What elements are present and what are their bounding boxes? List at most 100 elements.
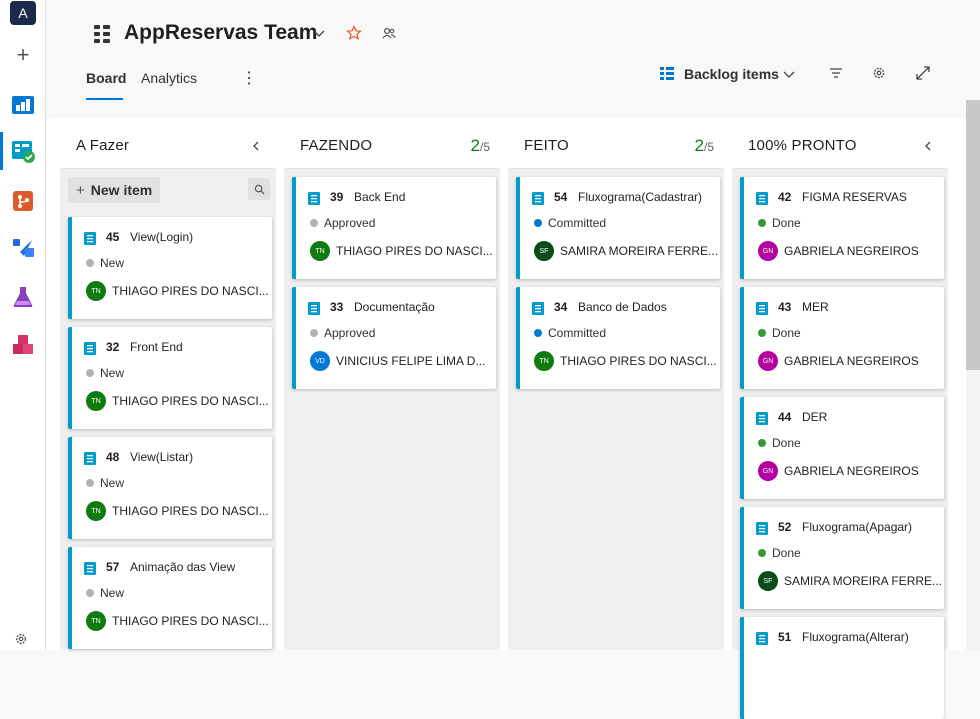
- work-item-title[interactable]: Fluxograma(Cadastrar): [578, 190, 702, 204]
- avatar: TN: [86, 501, 106, 521]
- boards-icon[interactable]: [10, 138, 36, 164]
- state-label: New: [100, 586, 125, 600]
- work-item-assignee[interactable]: TN THIAGO PIRES DO NASCI...: [534, 351, 717, 371]
- filter-icon[interactable]: [829, 66, 843, 80]
- work-item-card[interactable]: 42 FIGMA RESERVAS Done GN GABRIELA NEGREIROS: [740, 177, 944, 279]
- work-item-assignee[interactable]: TN THIAGO PIRES DO NASCI...: [86, 391, 269, 411]
- work-item-id: 42: [778, 190, 792, 204]
- test-plans-icon[interactable]: [10, 284, 36, 310]
- state-dot-icon: [310, 329, 318, 337]
- work-item-title[interactable]: View(Login): [130, 230, 193, 244]
- state-label: Done: [772, 546, 801, 560]
- board-column: FEITO 2/5 54 Fluxograma(Cadastrar) Committed…: [508, 118, 724, 650]
- work-item-title[interactable]: Fluxograma(Apagar): [802, 520, 912, 534]
- work-item-card[interactable]: 43 MER Done GN GABRIELA NEGREIROS: [740, 287, 944, 389]
- work-item-card[interactable]: 48 View(Listar) New TN THIAGO PIRES DO NASCI…: [68, 437, 272, 539]
- board-column: 100% PRONTO 42 FIGMA RESERVAS Done GN GABRIEL…: [732, 118, 948, 719]
- work-item-state[interactable]: Approved: [310, 216, 375, 230]
- work-item-title[interactable]: Fluxograma(Alterar): [802, 630, 909, 644]
- artifacts-icon[interactable]: [10, 332, 36, 358]
- fullscreen-icon[interactable]: [916, 66, 930, 80]
- work-item-title[interactable]: Front End: [130, 340, 183, 354]
- work-item-card[interactable]: 54 Fluxograma(Cadastrar) Committed SF SAMIRA…: [516, 177, 720, 279]
- work-item-title[interactable]: Animação das View: [130, 560, 235, 574]
- work-item-title[interactable]: Documentação: [354, 300, 435, 314]
- assignee-name: THIAGO PIRES DO NASCI...: [112, 394, 269, 408]
- work-item-card[interactable]: 34 Banco de Dados Committed TN THIAGO PIRES …: [516, 287, 720, 389]
- work-item-state[interactable]: New: [86, 366, 124, 380]
- team-title[interactable]: AppReservas Team: [124, 21, 317, 45]
- work-item-card[interactable]: 57 Animação das View New TN THIAGO PIRES DO …: [68, 547, 272, 649]
- work-item-card[interactable]: 44 DER Done GN GABRIELA NEGREIROS: [740, 397, 944, 499]
- backlog-item-icon: [756, 522, 768, 535]
- work-item-title[interactable]: Back End: [354, 190, 405, 204]
- work-item-state[interactable]: Done: [758, 436, 801, 450]
- chevron-down-icon[interactable]: [312, 26, 326, 40]
- work-item-title[interactable]: DER: [802, 410, 827, 424]
- assignee-name: THIAGO PIRES DO NASCI...: [112, 614, 269, 628]
- pipelines-icon[interactable]: [10, 236, 36, 262]
- work-item-card[interactable]: 51 Fluxograma(Alterar): [740, 617, 944, 719]
- board-settings-icon[interactable]: [872, 66, 886, 80]
- tab-board[interactable]: Board: [86, 70, 126, 86]
- work-item-id: 48: [106, 450, 120, 464]
- work-item-title[interactable]: View(Listar): [130, 450, 193, 464]
- scrollbar-thumb[interactable]: [966, 100, 980, 370]
- work-item-id: 43: [778, 300, 792, 314]
- work-item-title[interactable]: FIGMA RESERVAS: [802, 190, 907, 204]
- work-item-assignee[interactable]: TN THIAGO PIRES DO NASCI...: [86, 281, 269, 301]
- new-item-button[interactable]: + New item: [68, 177, 161, 203]
- state-dot-icon: [534, 219, 542, 227]
- work-item-state[interactable]: Done: [758, 216, 801, 230]
- work-item-assignee[interactable]: GN GABRIELA NEGREIROS: [758, 351, 919, 371]
- chevron-down-icon[interactable]: [782, 67, 796, 81]
- backlog-item-icon: [756, 412, 768, 425]
- work-item-card[interactable]: 39 Back End Approved TN THIAGO PIRES DO NASC…: [292, 177, 496, 279]
- work-item-assignee[interactable]: GN GABRIELA NEGREIROS: [758, 241, 919, 261]
- work-item-card[interactable]: 32 Front End New TN THIAGO PIRES DO NASCI...: [68, 327, 272, 429]
- work-item-assignee[interactable]: SF SAMIRA MOREIRA FERRE...: [758, 571, 942, 591]
- work-item-state[interactable]: New: [86, 476, 124, 490]
- collapse-column-icon[interactable]: [922, 139, 934, 151]
- board-column: FAZENDO 2/5 39 Back End Approved TN THIAGO PIR…: [284, 118, 500, 650]
- state-dot-icon: [758, 219, 766, 227]
- work-item-state[interactable]: Committed: [534, 326, 606, 340]
- assignee-name: SAMIRA MOREIRA FERRE...: [560, 244, 719, 258]
- tab-analytics[interactable]: Analytics: [141, 70, 197, 86]
- search-icon[interactable]: [248, 178, 270, 200]
- work-item-id: 44: [778, 410, 792, 424]
- work-item-state[interactable]: Approved: [310, 326, 375, 340]
- work-item-state[interactable]: Done: [758, 326, 801, 340]
- work-item-assignee[interactable]: SF SAMIRA MOREIRA FERRE...: [534, 241, 718, 261]
- overview-icon[interactable]: [10, 92, 36, 118]
- work-item-title[interactable]: Banco de Dados: [578, 300, 667, 314]
- backlog-item-icon: [532, 192, 544, 205]
- work-item-assignee[interactable]: VD VINICIUS FELIPE LIMA D...: [310, 351, 485, 371]
- work-item-title[interactable]: MER: [802, 300, 829, 314]
- more-actions-icon[interactable]: ⋮: [241, 68, 257, 88]
- backlog-level-selector[interactable]: Backlog items: [684, 66, 779, 82]
- backlog-item-icon: [84, 562, 96, 575]
- team-members-icon[interactable]: [382, 26, 396, 40]
- work-item-assignee[interactable]: GN GABRIELA NEGREIROS: [758, 461, 919, 481]
- work-item-card[interactable]: 33 Documentação Approved VD VINICIUS FELIPE …: [292, 287, 496, 389]
- work-item-state[interactable]: New: [86, 256, 124, 270]
- work-item-assignee[interactable]: TN THIAGO PIRES DO NASCI...: [86, 501, 269, 521]
- work-item-assignee[interactable]: TN THIAGO PIRES DO NASCI...: [86, 611, 269, 631]
- work-item-assignee[interactable]: TN THIAGO PIRES DO NASCI...: [310, 241, 493, 261]
- organization-avatar[interactable]: A: [10, 1, 36, 25]
- favorite-star-icon[interactable]: [346, 25, 362, 41]
- project-settings-icon[interactable]: [13, 631, 29, 647]
- column-body: 39 Back End Approved TN THIAGO PIRES DO NASC…: [284, 168, 500, 650]
- work-item-card[interactable]: 52 Fluxograma(Apagar) Done SF SAMIRA MOREIRA…: [740, 507, 944, 609]
- kanban-board: A Fazer + New item 45 View(Login) New TN THIAGO…: [46, 118, 980, 719]
- backlog-item-icon: [756, 632, 768, 645]
- work-item-state[interactable]: New: [86, 586, 124, 600]
- collapse-column-icon[interactable]: [250, 139, 262, 151]
- work-item-state[interactable]: Done: [758, 546, 801, 560]
- work-item-card[interactable]: 45 View(Login) New TN THIAGO PIRES DO NASCI.…: [68, 217, 272, 319]
- repos-icon[interactable]: [10, 188, 36, 214]
- work-item-state[interactable]: Committed: [534, 216, 606, 230]
- assignee-name: THIAGO PIRES DO NASCI...: [560, 354, 717, 368]
- new-project-button[interactable]: +: [10, 42, 36, 68]
